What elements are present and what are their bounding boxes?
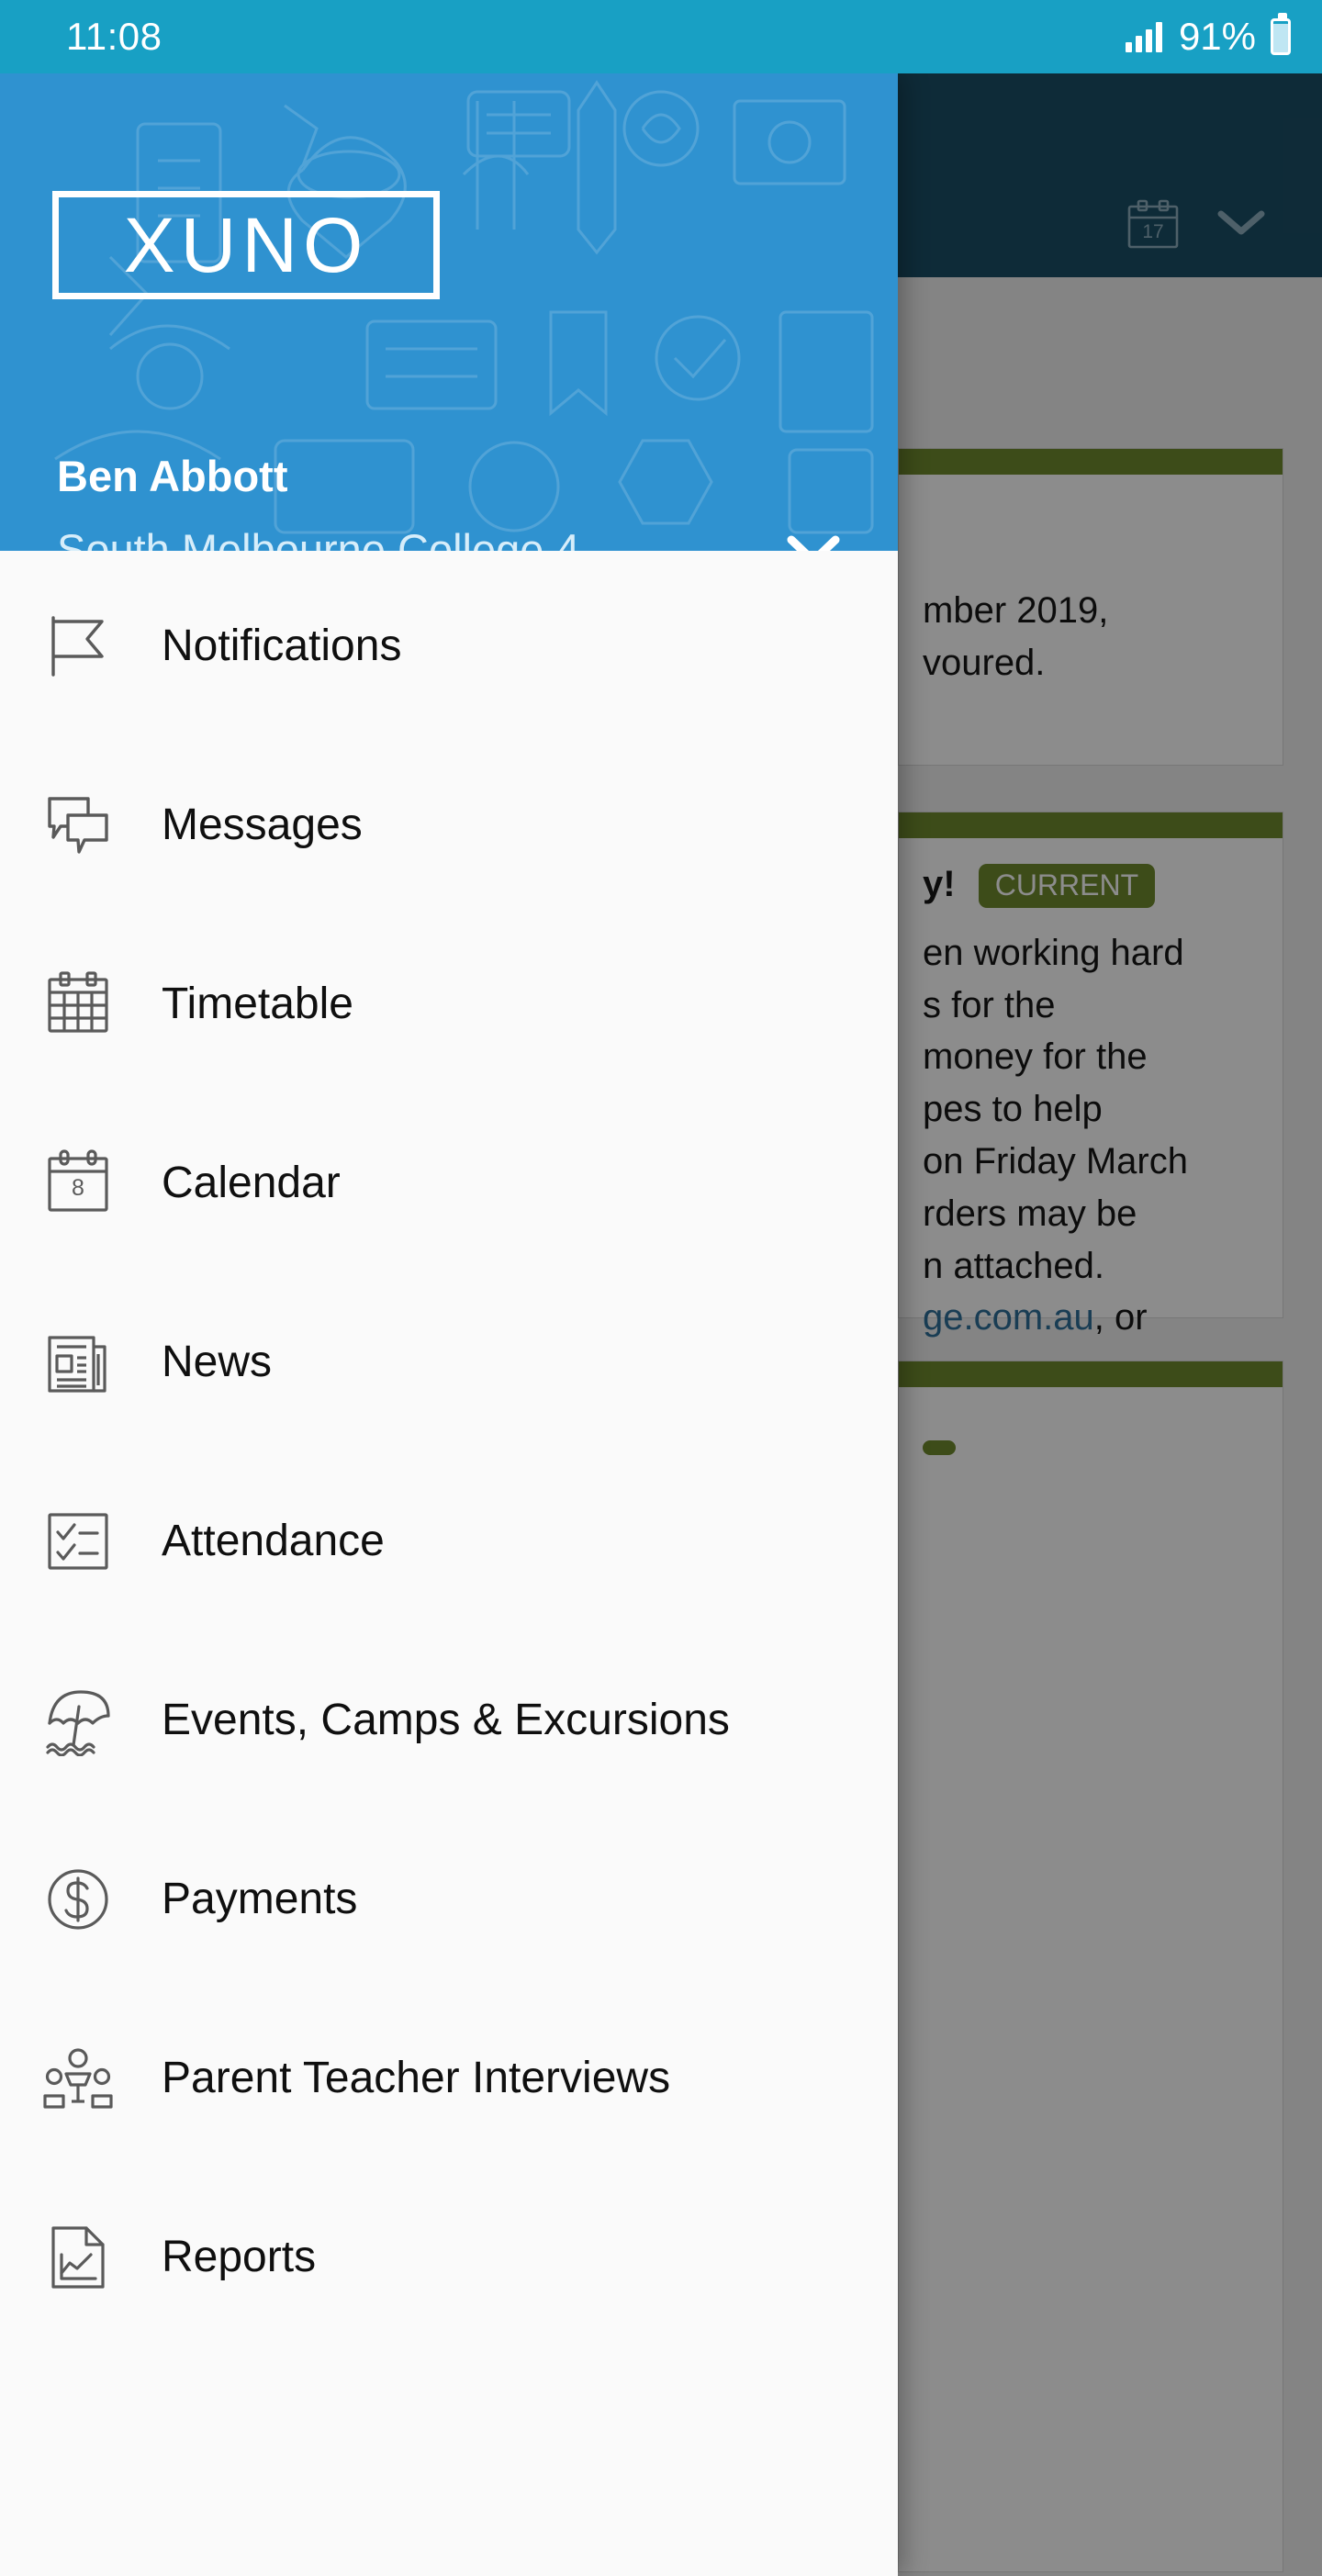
menu-item-news[interactable]: News (0, 1272, 898, 1451)
menu-item-label: News (162, 1337, 273, 1386)
checklist-icon (42, 1506, 114, 1577)
logo-text: XUNO (123, 202, 369, 288)
menu-item-payments[interactable]: Payments (0, 1809, 898, 1988)
flag-icon (42, 610, 114, 682)
chevron-down-icon[interactable] (784, 530, 843, 551)
calendar-day-number: 8 (72, 1175, 84, 1201)
signal-bars-icon (1125, 21, 1162, 52)
school-selector[interactable]: South Melbourne College 4 (57, 528, 843, 551)
menu-item-label: Reports (162, 2232, 317, 2281)
battery-icon (1271, 13, 1291, 55)
menu-item-label: Attendance (162, 1516, 385, 1565)
navigation-drawer: XUNO Ben Abbott South Melbourne College … (0, 73, 898, 2576)
speech-bubbles-icon (42, 790, 114, 861)
battery-percent-label: 91% (1178, 15, 1256, 58)
user-name: Ben Abbott (57, 452, 288, 500)
menu-item-parent-teacher-interviews[interactable]: Parent Teacher Interviews (0, 1988, 898, 2167)
menu-item-notifications[interactable]: Notifications (0, 556, 898, 735)
calendar-grid-icon (42, 969, 114, 1040)
document-chart-icon (42, 2222, 114, 2293)
menu-item-label: Messages (162, 800, 363, 849)
drawer-menu-list: Notifications Messages Timetable 8 Calen… (0, 551, 898, 2346)
dollar-circle-icon (42, 1864, 114, 1935)
school-name-label: South Melbourne College 4 (57, 525, 580, 551)
menu-item-messages[interactable]: Messages (0, 735, 898, 914)
menu-item-label: Notifications (162, 621, 402, 670)
newspaper-icon (42, 1327, 114, 1398)
menu-item-timetable[interactable]: Timetable (0, 914, 898, 1093)
menu-item-label: Parent Teacher Interviews (162, 2053, 671, 2102)
status-indicators: 91% (1125, 13, 1291, 59)
menu-item-label: Payments (162, 1874, 358, 1923)
menu-item-attendance[interactable]: Attendance (0, 1451, 898, 1630)
menu-item-events-camps-excursions[interactable]: Events, Camps & Excursions (0, 1630, 898, 1809)
drawer-header: XUNO Ben Abbott South Melbourne College … (0, 73, 898, 551)
menu-item-label: Timetable (162, 979, 353, 1028)
menu-item-label: Calendar (162, 1158, 341, 1207)
status-bar: 11:08 91% (0, 0, 1322, 73)
people-group-icon (42, 2043, 114, 2114)
menu-item-calendar[interactable]: 8 Calendar (0, 1093, 898, 1272)
menu-item-label: Events, Camps & Excursions (162, 1695, 730, 1744)
beach-umbrella-icon (42, 1685, 114, 1756)
status-time: 11:08 (66, 15, 162, 58)
xuno-logo: XUNO (52, 191, 440, 299)
calendar-day-icon: 8 (42, 1148, 114, 1219)
menu-item-reports[interactable]: Reports (0, 2167, 898, 2346)
